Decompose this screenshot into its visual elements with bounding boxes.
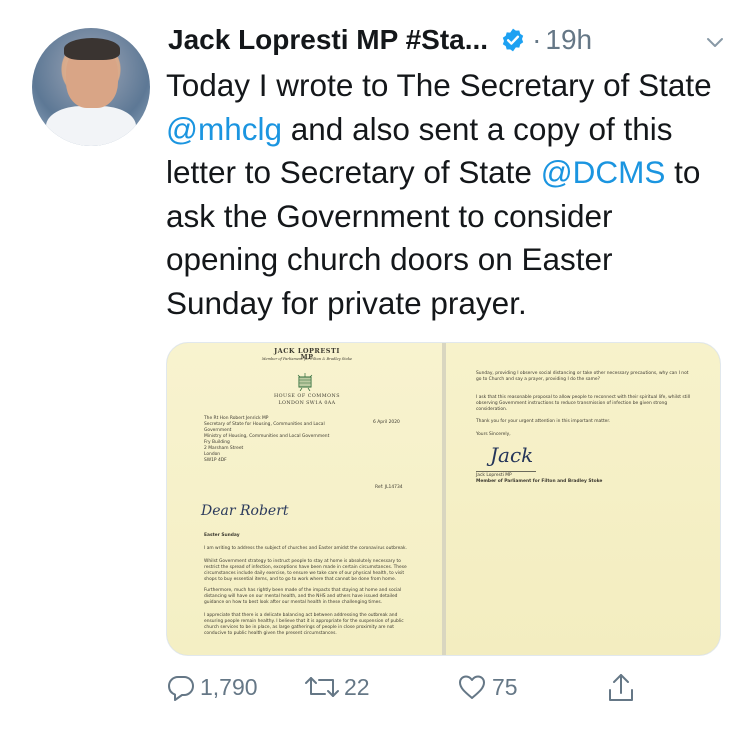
avatar-hair [64, 38, 120, 60]
retweet-icon [302, 672, 342, 702]
letter-paragraph: I am writing to address the subject of c… [204, 546, 407, 551]
letter-sender-sub: Member of Parliament for Filton & Bradle… [261, 357, 353, 361]
letter-paragraph: Whilst Government strategy to instruct p… [204, 559, 407, 582]
letter-paragraph: Thank you for your urgent attention in t… [476, 419, 611, 424]
letter-paragraph: I appreciate that there is a delicate ba… [204, 613, 404, 636]
reply-icon [166, 672, 196, 702]
mention-link[interactable]: @DCMS [541, 154, 666, 190]
heart-icon [456, 672, 488, 702]
retweet-button[interactable]: 22 [302, 672, 370, 702]
avatar-shirt [46, 106, 136, 146]
tweet-header: Jack Lopresti MP #Sta... · 19h [168, 20, 728, 60]
letter-city: LONDON SW1A 0AA [278, 401, 336, 406]
author-avatar[interactable] [32, 28, 150, 146]
header-separator: · [532, 24, 542, 55]
letter-paragraph: Furthermore, much has rightly been made … [204, 588, 402, 605]
like-button[interactable]: 75 [456, 672, 518, 702]
letter-address: The Rt Hon Robert Jenrick MP Secretary o… [204, 416, 344, 464]
verified-badge-icon [500, 27, 526, 53]
address-line: Secretary of State for Housing, Communit… [204, 422, 325, 433]
letter-salutation: Dear Robert [201, 503, 289, 519]
letter-ref: Ref: JL14734 [375, 485, 403, 490]
like-count: 75 [492, 673, 518, 700]
letter-paragraph: I ask that this reasonable proposal to a… [476, 395, 691, 412]
letter-signer-title: Member of Parliament for Filton and Brad… [476, 479, 603, 484]
author-name[interactable]: Jack Lopresti MP #Sta... [168, 24, 488, 56]
letter-house: HOUSE OF COMMONS [273, 394, 341, 399]
tweet-text-part: Today I wrote to The Secretary of State [166, 67, 712, 103]
signature-line [476, 471, 536, 472]
tweet-text: Today I wrote to The Secretary of State … [166, 64, 726, 325]
tweet-actions: 1,790 22 75 [166, 672, 726, 712]
tweet-media-images[interactable]: JACK LOPRESTI MP Member of Parliament fo… [166, 342, 721, 656]
letter-page-2-image[interactable]: Sunday, providing I observe social dista… [446, 343, 720, 655]
mention-link[interactable]: @mhclg [166, 111, 282, 147]
letter-paragraph: Sunday, providing I observe social dista… [476, 371, 689, 382]
tweet-time[interactable]: 19h [545, 24, 592, 56]
address-line: SW1P 4DF [204, 458, 227, 463]
retweet-count: 22 [344, 673, 370, 700]
reply-button[interactable]: 1,790 [166, 672, 258, 702]
portcullis-icon [295, 373, 315, 392]
share-icon [606, 672, 636, 704]
letter-paragraph: Yours Sincerely, [476, 432, 511, 437]
reply-count: 1,790 [200, 673, 258, 700]
letter-subject: Easter Sunday [204, 533, 240, 538]
letter-page-1-image[interactable]: JACK LOPRESTI MP Member of Parliament fo… [167, 343, 442, 655]
letter-signature: Jack [490, 443, 534, 467]
chevron-down-icon[interactable] [704, 28, 726, 50]
share-button[interactable] [606, 672, 636, 704]
letter-date: 6 April 2020 [373, 420, 400, 425]
